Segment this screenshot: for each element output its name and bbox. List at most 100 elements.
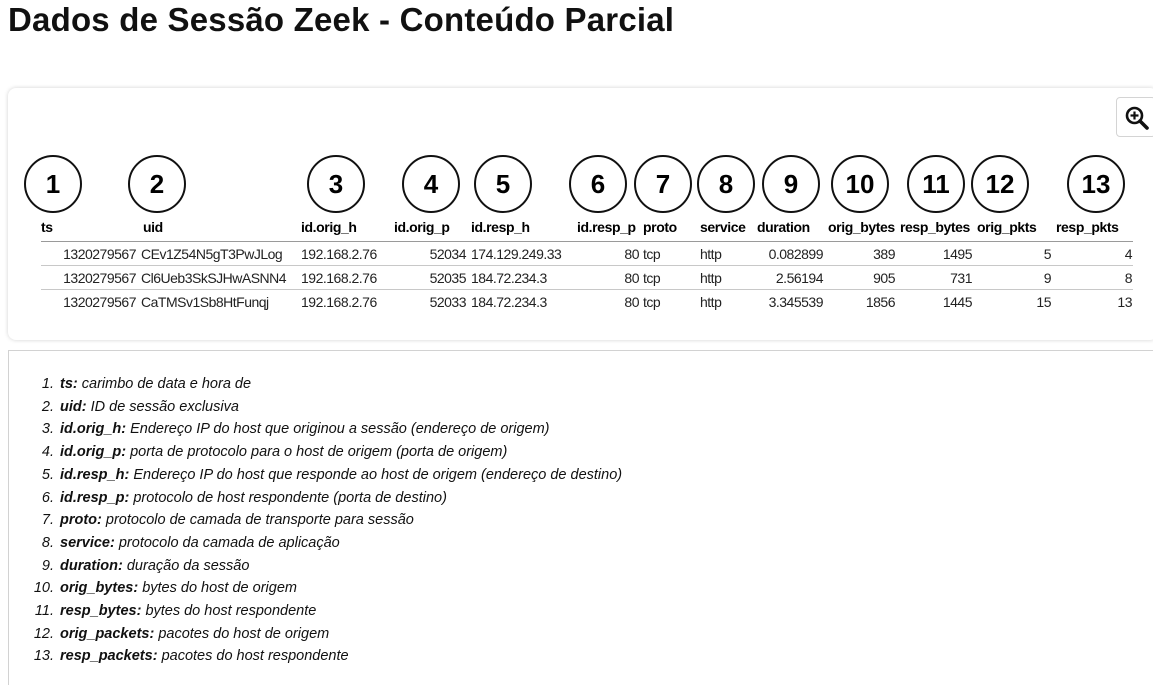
legend-term: id.orig_h: — [60, 421, 127, 438]
cell-id-resp-p: 80 — [624, 294, 639, 310]
page: Dados de Sessão Zeek - Conteúdo Parcial … — [0, 0, 1153, 685]
legend-item: 11. resp_bytes: bytes do host respondente — [20, 600, 622, 623]
legend-description: pacotes do host respondente — [161, 648, 349, 665]
legend-number: 9. — [41, 557, 54, 574]
table-row-divider — [41, 289, 1133, 290]
legend-description: protocolo da camada de aplicação — [118, 534, 340, 551]
legend-item: 6. id.resp_p: protocolo de host responden… — [20, 487, 622, 510]
legend-number: 4. — [41, 444, 54, 461]
callout-8: 8 — [697, 155, 755, 213]
legend-item: 2. uid: ID de sessão exclusiva — [20, 396, 622, 419]
cell-orig-pkts: 15 — [1036, 294, 1051, 310]
legend-item: 1. ts: carimbo de data e hora de — [20, 373, 622, 396]
legend-item: 10. orig_bytes: bytes do host de origem — [20, 577, 622, 600]
legend-term: orig_packets: — [60, 625, 155, 642]
legend-description: porta de protocolo para o host de origem… — [130, 444, 508, 461]
callout-11: 11 — [907, 155, 965, 213]
cell-uid: CaTMSv1Sb8HtFunqj — [141, 294, 269, 310]
cell-ts: 1320279567 — [63, 246, 136, 262]
cell-id-resp-h: 184.72.234.3 — [471, 294, 547, 310]
cell-resp-pkts: 13 — [1117, 294, 1132, 310]
cell-resp-pkts: 4 — [1124, 246, 1133, 262]
legend-term: ts: — [60, 376, 78, 392]
legend-term: orig_bytes: — [60, 580, 139, 597]
legend-term: id.resp_p: — [60, 489, 130, 506]
cell-id-orig-h: 192.168.2.76 — [301, 270, 377, 286]
legend-number: 12. — [33, 625, 54, 642]
legend-list: 1. ts: carimbo de data e hora de 2. uid: I… — [20, 373, 622, 668]
column-header-ts: ts — [41, 219, 53, 235]
zoom-in-icon — [1125, 106, 1149, 130]
legend-description: bytes do host de origem — [142, 580, 297, 597]
cell-id-resp-h: 184.72.234.3 — [471, 270, 547, 286]
legend-term: uid: — [60, 398, 87, 415]
cell-id-resp-h: 174.129.249.33 — [471, 246, 562, 262]
legend-number: 7. — [41, 512, 54, 529]
legend-description: pacotes do host de origem — [158, 625, 330, 642]
cell-resp-bytes: 1495 — [942, 246, 973, 262]
zoom-button[interactable] — [1116, 97, 1153, 137]
legend-item: 13. resp_packets: pacotes do host respond… — [20, 645, 622, 668]
column-header-resp-pkts: resp_pkts — [1056, 219, 1119, 235]
column-header-uid: uid — [143, 219, 163, 235]
column-header-id-orig-p: id.orig_p — [394, 219, 450, 235]
callout-9: 9 — [762, 155, 820, 213]
callout-6: 6 — [569, 155, 627, 213]
cell-id-orig-p: 52033 — [429, 294, 467, 310]
callout-2: 2 — [128, 155, 186, 213]
cell-id-orig-h: 192.168.2.76 — [301, 294, 377, 310]
column-header-resp-bytes: resp_bytes — [900, 219, 970, 235]
cell-id-orig-p: 52034 — [429, 246, 467, 262]
cell-resp-bytes: 1445 — [942, 294, 973, 310]
cell-duration: 3.345539 — [768, 294, 824, 310]
page-title: Dados de Sessão Zeek - Conteúdo Parcial — [8, 1, 675, 38]
legend-term: duration: — [60, 557, 123, 574]
cell-resp-bytes: 731 — [950, 270, 972, 286]
legend-description: ID de sessão exclusiva — [90, 398, 239, 415]
callout-13: 13 — [1067, 155, 1125, 213]
legend-number: 6. — [41, 489, 54, 506]
cell-service: http — [700, 294, 722, 310]
legend-item: 8. service: protocolo da camada de aplica… — [20, 532, 622, 555]
cell-id-orig-p: 52035 — [429, 270, 467, 286]
legend-term: id.orig_p: — [60, 444, 127, 461]
legend-term: proto: — [60, 512, 102, 529]
column-header-proto: proto — [643, 219, 677, 235]
legend-item: 9. duration: duração da sessão — [20, 555, 622, 578]
legend-item: 3. id.orig_h: Endereço IP do host que ori… — [20, 418, 622, 441]
callout-4: 4 — [402, 155, 460, 213]
cell-id-resp-p: 80 — [624, 246, 639, 262]
column-header-duration: duration — [757, 219, 810, 235]
cell-orig-pkts: 9 — [1043, 270, 1052, 286]
cell-orig-bytes: 389 — [873, 246, 895, 262]
cell-id-resp-p: 80 — [624, 270, 639, 286]
cell-ts: 1320279567 — [63, 294, 136, 310]
cell-duration: 2.56194 — [775, 270, 824, 286]
legend-number: 8. — [41, 534, 54, 551]
cell-orig-pkts: 5 — [1043, 246, 1052, 262]
legend-item: 5. id.resp_h: Endereço IP do host que res… — [20, 464, 622, 487]
legend-item: 7. proto: protocolo de camada de transpor… — [20, 509, 622, 532]
cell-resp-pkts: 8 — [1124, 270, 1133, 286]
legend-number: 13. — [33, 648, 54, 665]
legend-description: protocolo de host respondente (porta de … — [133, 489, 447, 506]
table-header-divider — [41, 241, 1133, 242]
cell-uid: Cl6Ueb3SkSJHwASNN4 — [141, 270, 287, 286]
cell-orig-bytes: 905 — [873, 270, 895, 286]
legend-number: 10. — [33, 580, 54, 597]
legend-description: Endereço IP do host que originou a sessã… — [130, 421, 550, 438]
column-header-id-resp-h: id.resp_h — [471, 219, 530, 235]
legend-description: protocolo de camada de transporte para s… — [105, 512, 414, 529]
column-header-orig-bytes: orig_bytes — [828, 219, 895, 235]
cell-id-orig-h: 192.168.2.76 — [301, 246, 377, 262]
callout-3: 3 — [307, 155, 365, 213]
cell-service: http — [700, 246, 722, 262]
cell-proto: tcp — [643, 270, 661, 286]
column-header-id-resp-p: id.resp_p — [577, 219, 636, 235]
cell-proto: tcp — [643, 246, 661, 262]
cell-uid: CEv1Z54N5gT3PwJLog — [141, 246, 283, 262]
cell-ts: 1320279567 — [63, 270, 136, 286]
legend-number: 5. — [41, 466, 54, 483]
legend-term: resp_bytes: — [60, 603, 142, 620]
legend-term: id.resp_h: — [60, 466, 130, 483]
